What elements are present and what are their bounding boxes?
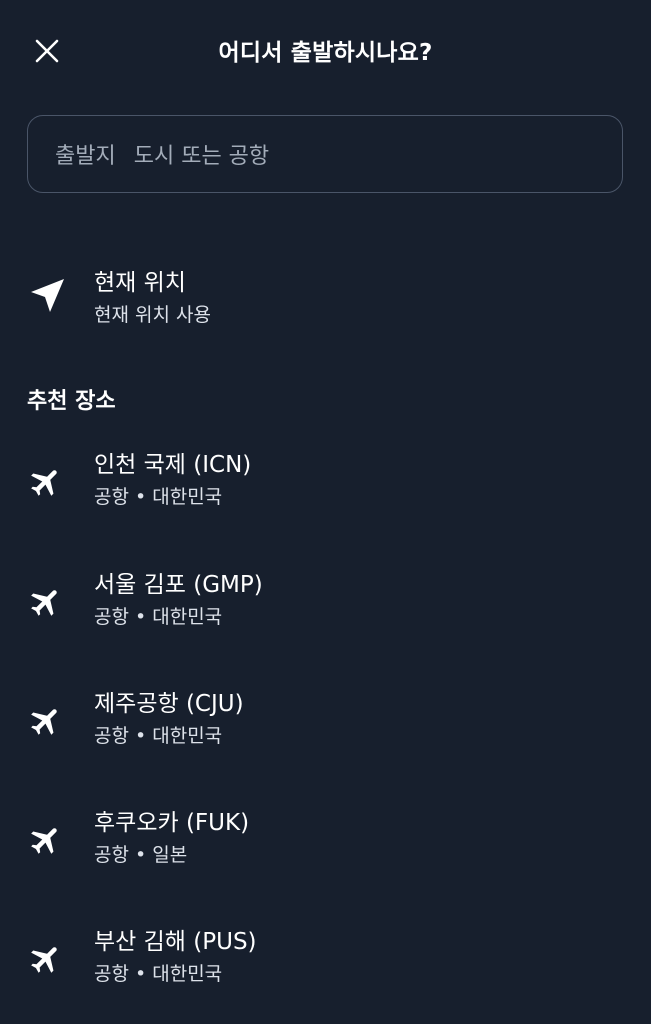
airplane-icon (31, 590, 57, 616)
airport-subtitle: 공항 • 대한민국 (94, 606, 223, 628)
section-title-recommended: 추천 장소 (27, 389, 116, 414)
origin-search-input[interactable]: 출발지 도시 또는 공항 (27, 115, 623, 193)
airport-list-item[interactable]: 부산 김해 (PUS) 공항 • 대한민국 (0, 922, 651, 1022)
airplane-icon (31, 947, 57, 973)
current-location-title: 현재 위치 (94, 270, 186, 296)
airport-list-item[interactable]: 서울 김포 (GMP) 공항 • 대한민국 (0, 565, 651, 665)
header: 어디서 출발하시나요? (0, 0, 651, 100)
current-location-option[interactable]: 현재 위치 현재 위치 사용 (0, 255, 651, 335)
airport-name: 제주공항 (CJU) (94, 691, 244, 717)
airport-subtitle: 공항 • 대한민국 (94, 725, 223, 747)
airport-list-item[interactable]: 인천 국제 (ICN) 공항 • 대한민국 (0, 445, 651, 545)
airplane-icon (31, 709, 57, 735)
airport-name: 서울 김포 (GMP) (94, 572, 263, 598)
airport-list-item[interactable]: 후쿠오카 (FUK) 공항 • 일본 (0, 803, 651, 903)
airport-subtitle: 공항 • 대한민국 (94, 963, 223, 985)
search-prefix-label: 출발지 (55, 144, 116, 169)
airplane-icon (31, 470, 57, 496)
airport-name: 후쿠오카 (FUK) (94, 810, 250, 836)
current-location-subtitle: 현재 위치 사용 (94, 304, 211, 326)
airport-subtitle: 공항 • 대한민국 (94, 486, 223, 508)
airport-subtitle: 공항 • 일본 (94, 844, 188, 866)
search-placeholder: 도시 또는 공항 (133, 144, 270, 169)
airport-list-item[interactable]: 제주공항 (CJU) 공항 • 대한민국 (0, 684, 651, 784)
airport-name: 부산 김해 (PUS) (94, 929, 257, 955)
airplane-icon (31, 828, 57, 854)
page-title: 어디서 출발하시나요? (218, 40, 433, 66)
navigation-arrow-icon (31, 279, 64, 312)
airport-name: 인천 국제 (ICN) (94, 452, 252, 478)
